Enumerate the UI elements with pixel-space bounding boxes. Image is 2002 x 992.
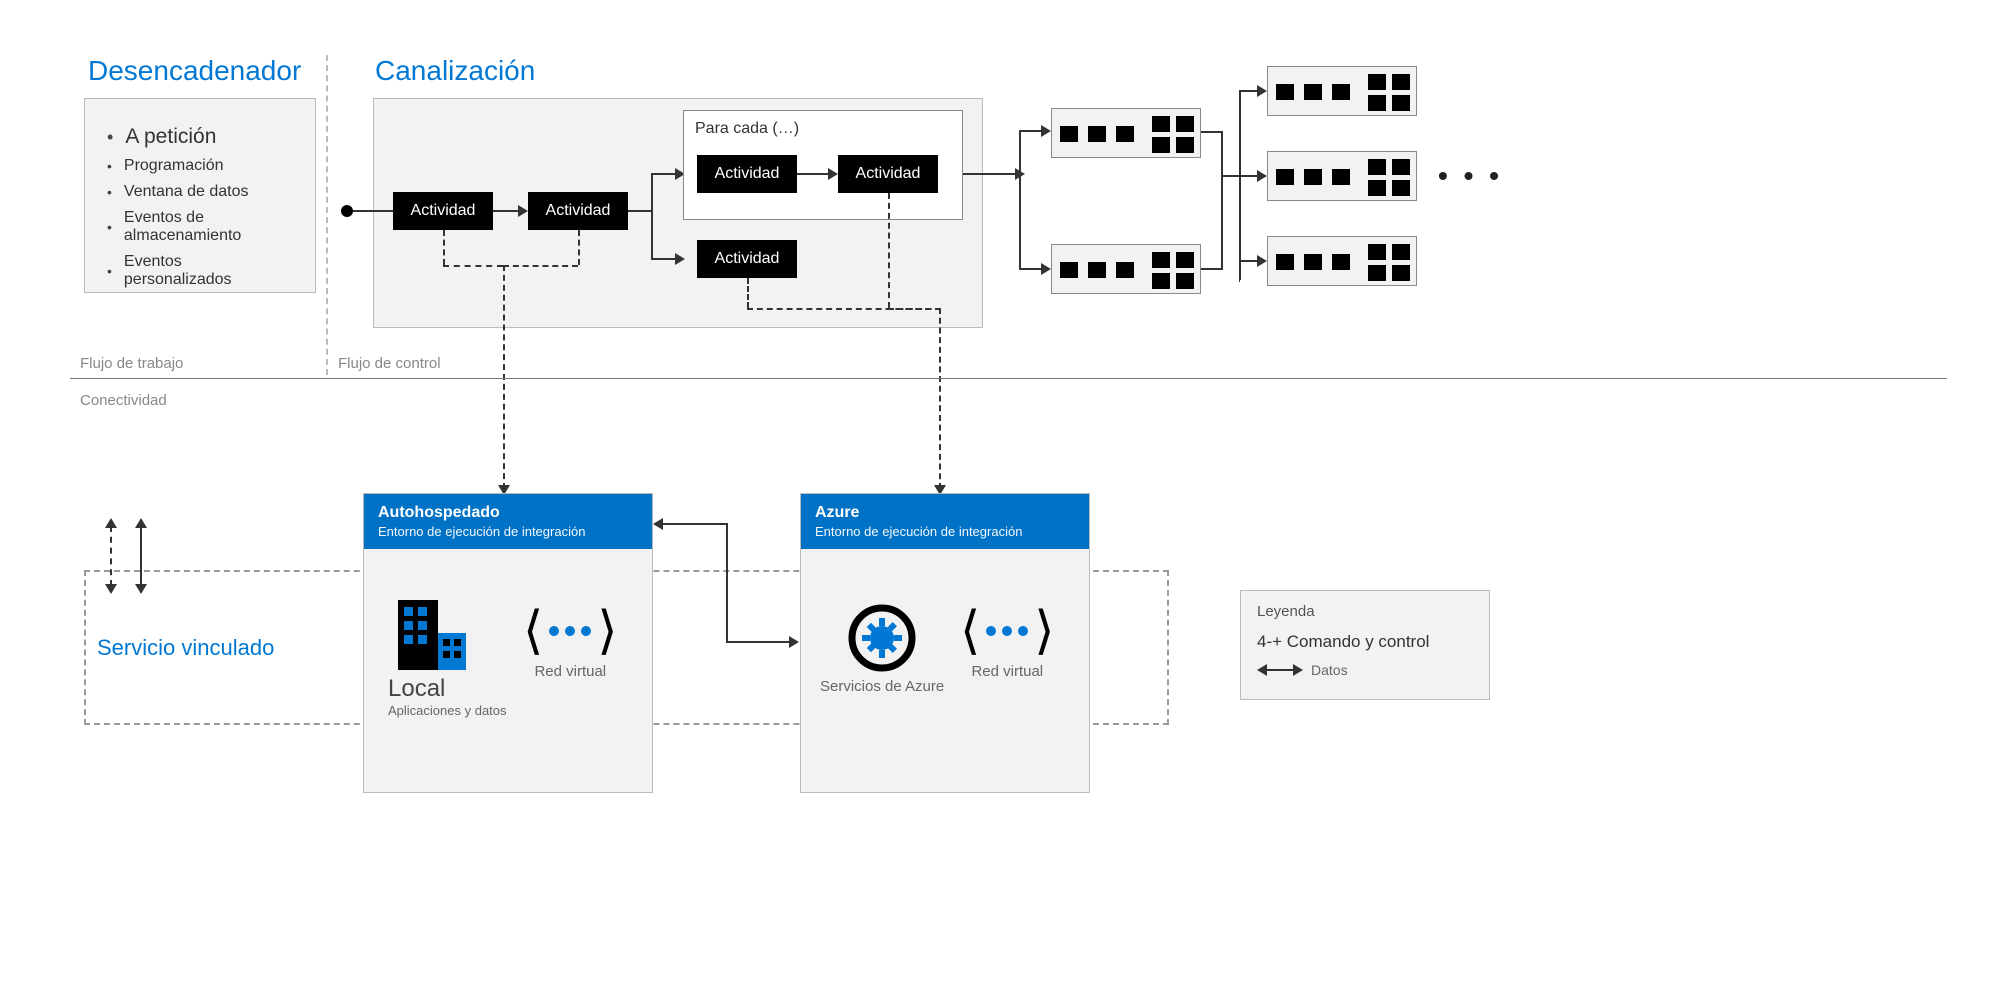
- fanout2-m-arrow: [1257, 170, 1267, 182]
- trigger-item-ondemand: A petición: [107, 125, 293, 149]
- dash-a1-long: [503, 265, 505, 489]
- local-title: Local: [388, 675, 445, 703]
- fanout1-v: [1019, 130, 1021, 269]
- ir-link-arrow-l: [653, 518, 663, 530]
- legend-box: Leyenda 4-+ Comando y control Datos: [1240, 590, 1490, 700]
- pipeline-title: Canalización: [375, 55, 535, 87]
- fe-out-line: [963, 173, 1019, 175]
- legend-data-label: Datos: [1311, 662, 1348, 678]
- dash-a3-down: [747, 278, 749, 308]
- double-arrow-icon: [1257, 664, 1303, 676]
- vnet-icon-selfhosted: ⟨ ⟩ Red virtual: [523, 605, 618, 680]
- local-sub: Aplicaciones y datos: [388, 703, 507, 718]
- vnet-label-azure: Red virtual: [971, 663, 1043, 680]
- selfhosted-header: Autohospedado Entorno de ejecución de in…: [364, 494, 652, 549]
- fe-inner-line: [797, 173, 832, 175]
- fanout2-t-arrow: [1257, 85, 1267, 97]
- dash-merge-h2: [888, 308, 941, 310]
- mini-pipe-c2-1: [1267, 66, 1417, 116]
- legend-title: Leyenda: [1257, 603, 1473, 620]
- label-workflow: Flujo de trabajo: [80, 355, 183, 372]
- azure-services-icon: Servicios de Azure: [820, 598, 944, 695]
- azure-title: Azure: [815, 504, 1075, 522]
- local-icon: Local Aplicaciones y datos: [388, 595, 507, 718]
- selfhosted-title: Autohospedado: [378, 504, 638, 522]
- ir-link-arrow-r: [789, 636, 799, 648]
- activity-fe2: Actividad: [838, 155, 938, 193]
- fanout2-v: [1239, 90, 1241, 280]
- mc1b-out: [1201, 268, 1223, 270]
- trigger-title: Desencadenador: [88, 55, 301, 87]
- mini-pipe-c1-top: [1051, 108, 1201, 158]
- ir-link-top: [663, 523, 728, 525]
- fanout2-merge-v: [1221, 131, 1223, 270]
- activity-fe1: Actividad: [697, 155, 797, 193]
- fanout2-b-arrow: [1257, 255, 1267, 267]
- a2-branch-h: [628, 210, 653, 212]
- fanout1-bot-arrow: [1041, 263, 1051, 275]
- fanout1-top-arrow: [1041, 125, 1051, 137]
- mini-pipe-c2-2: [1267, 151, 1417, 201]
- a1-a2-arrow: [518, 205, 528, 217]
- linked-service-title: Servicio vinculado: [97, 635, 274, 661]
- noop: [1239, 280, 1240, 282]
- azure-sub: Entorno de ejecución de integración: [815, 524, 1075, 539]
- legend-cmd: 4-+ Comando y control: [1257, 632, 1473, 652]
- ir-link-v: [726, 523, 728, 643]
- start-dot: [341, 205, 353, 217]
- vnet-label-selfhosted: Red virtual: [534, 663, 606, 680]
- dash-a2-h: [503, 265, 578, 267]
- label-connectivity: Conectividad: [80, 392, 167, 409]
- dash-a1-h: [443, 265, 503, 267]
- mc1t-out: [1201, 131, 1223, 133]
- ir-link-bot: [726, 641, 791, 643]
- foreach-label: Para cada (…): [695, 120, 799, 138]
- azure-services-label: Servicios de Azure: [820, 678, 944, 695]
- fe-inner-arrow: [828, 168, 838, 180]
- arrow-start: [353, 210, 393, 212]
- section-divider: [326, 55, 328, 375]
- dash-fe2-down: [888, 193, 890, 308]
- trigger-item-window: Ventana de datos: [107, 183, 293, 201]
- a2-branch-v: [651, 173, 653, 259]
- trigger-item-custom: Eventos personalizados: [107, 253, 293, 289]
- trigger-list: A petición Programación Ventana de datos…: [85, 99, 315, 315]
- label-controlflow: Flujo de control: [338, 355, 441, 372]
- activity-2: Actividad: [528, 192, 628, 230]
- dash-a2-down: [578, 230, 580, 265]
- trigger-item-storage: Eventos de almacenamiento: [107, 209, 293, 245]
- separator-line: [70, 378, 1947, 379]
- dash-az-down: [939, 308, 941, 489]
- mini-pipe-c1-bot: [1051, 244, 1201, 294]
- selfhosted-sub: Entorno de ejecución de integración: [378, 524, 638, 539]
- mini-pipe-c2-3: [1267, 236, 1417, 286]
- activity-3: Actividad: [697, 240, 797, 278]
- vnet-icon-azure: ⟨ ⟩ Red virtual: [960, 605, 1055, 680]
- legend-data-row: Datos: [1257, 662, 1473, 678]
- dash-a1-down: [443, 230, 445, 265]
- trigger-box: A petición Programación Ventana de datos…: [84, 98, 316, 293]
- a2-bot-arrow: [675, 253, 685, 265]
- ellipsis-icon: • • •: [1438, 160, 1503, 192]
- fanout2-mid: [1221, 175, 1241, 177]
- activity-1: Actividad: [393, 192, 493, 230]
- trigger-item-schedule: Programación: [107, 157, 293, 175]
- azure-header: Azure Entorno de ejecución de integració…: [801, 494, 1089, 549]
